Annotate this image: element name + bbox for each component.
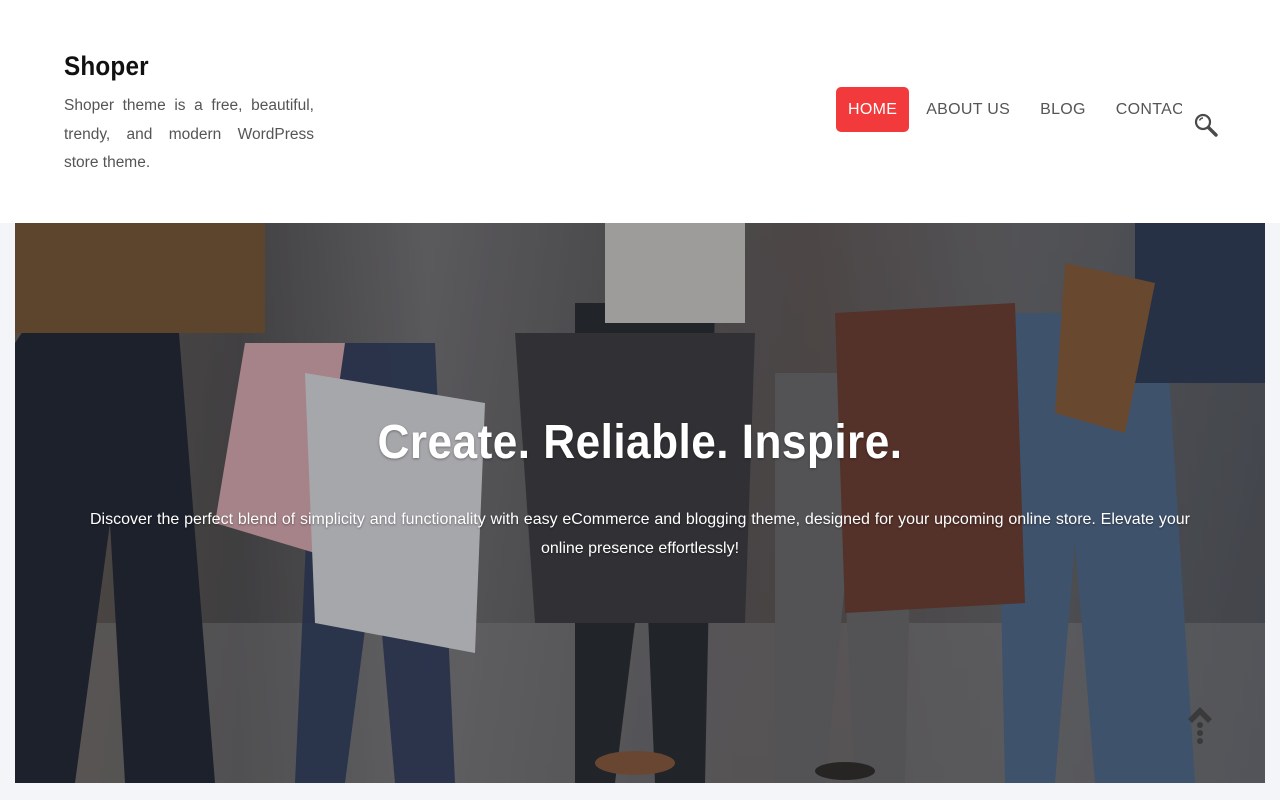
site-tagline: Shoper theme is a free, beautiful, trend… xyxy=(64,97,314,171)
nav-item-contact[interactable]: CONTACT xyxy=(1116,87,1182,132)
primary-nav: HOME ABOUT US BLOG CONTACT xyxy=(836,87,1182,132)
site-header: Shoper Shoper theme is a free, beautiful… xyxy=(0,0,1280,223)
nav-item-about-us[interactable]: ABOUT US xyxy=(926,87,1010,132)
hero-description: Discover the perfect blend of simplicity… xyxy=(90,511,1190,557)
page: Shoper Shoper theme is a free, beautiful… xyxy=(0,0,1280,800)
hero-overlay xyxy=(15,223,1265,783)
scroll-to-top-icon[interactable] xyxy=(1186,705,1214,745)
nav-item-blog[interactable]: BLOG xyxy=(1040,87,1086,132)
branding: Shoper Shoper theme is a free, beautiful… xyxy=(64,48,324,178)
hero-title: Create. Reliable. Inspire. xyxy=(377,416,903,469)
nav-item-home[interactable]: HOME xyxy=(836,87,910,132)
hero-banner: Create. Reliable. Inspire. Discover the … xyxy=(15,223,1265,783)
search-icon[interactable] xyxy=(1193,112,1219,138)
site-title[interactable]: Shoper xyxy=(64,48,149,84)
